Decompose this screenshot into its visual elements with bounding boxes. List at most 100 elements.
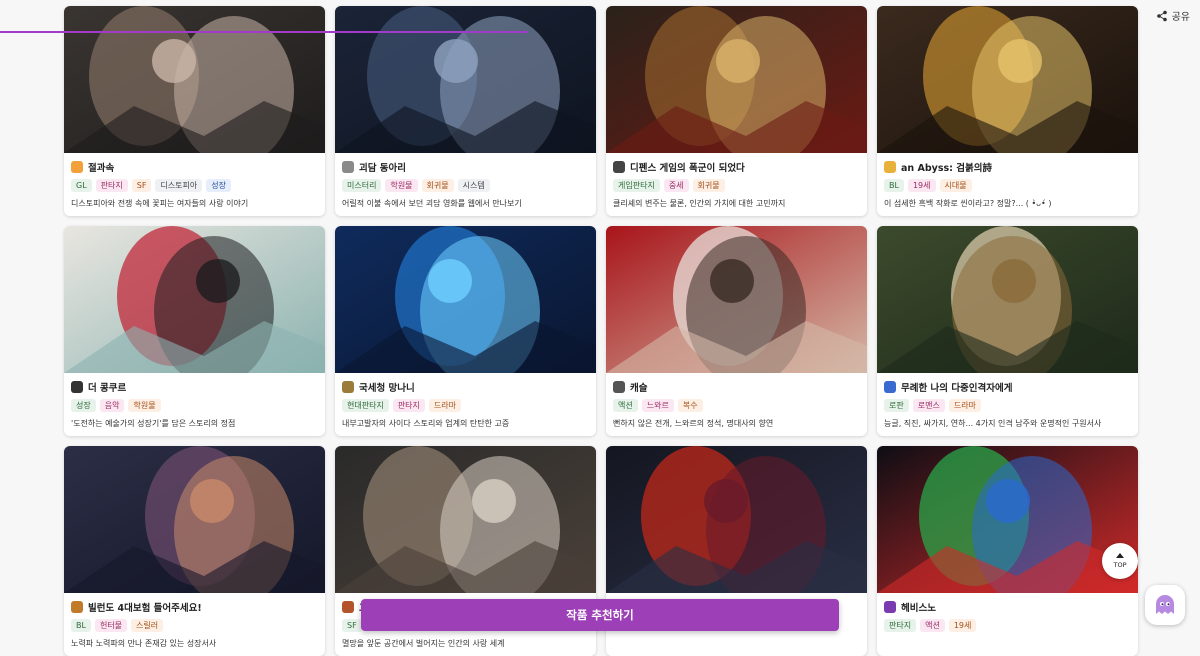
flower-icon [71,161,83,173]
tag-list: 현대판타지 판타지 드라마 [342,399,589,412]
genre-tag: 19세 [948,619,977,632]
genre-tag: 학원물 [385,179,418,192]
ghost-mascot-icon [1156,595,1174,614]
comic-thumbnail[interactable] [335,446,596,593]
genre-tag: 드라마 [948,399,981,412]
genre-tag: 회귀물 [692,179,725,192]
comic-card[interactable]: 헤비스노판타지 액션 19세 [877,446,1138,656]
comic-description: 뻔하지 않은 전개, 느와르의 정석, 명대사의 향연 [613,419,774,428]
comic-thumbnail[interactable] [335,226,596,373]
tag-list: 액션 느와르 복수 [613,399,860,412]
comic-card[interactable]: 괴담 동아리미스터리 학원물 회귀물 시스템어릴적 이불 속에서 보던 괴담 영화를 … [335,6,596,216]
genre-tag: SF [342,619,362,632]
genre-tag: 19세 [907,179,936,192]
genre-tag: 액션 [920,619,945,632]
comic-title: 디펜스 게임의 폭군이 되었다 [630,163,745,174]
comic-card[interactable]: 디펜스 게임의 폭군이 되었다게임판타지 중세 회귀물클리셰의 변주는 물론, 인간… [606,6,867,216]
genre-tag: 액션 [613,399,638,412]
comic-thumbnail[interactable] [877,226,1138,373]
tag-list: BL 19세 시대물 [884,179,1131,192]
genre-tag: 미스터리 [342,179,382,192]
comic-title: 괴담 동아리 [359,163,407,174]
genre-tag: 로판 [884,399,909,412]
ghost-icon [342,161,354,173]
comic-title: 더 콩쿠르 [88,383,127,394]
genre-tag: 판타지 [95,179,128,192]
genre-tag: 음악 [99,399,125,412]
comic-thumbnail[interactable] [606,226,867,373]
comic-thumbnail[interactable] [877,446,1138,593]
chatbot-button[interactable] [1145,585,1185,625]
tag-list: 성장 음악 학원물 [71,399,318,412]
comic-description: '도전하는 예술가의 성장기'를 담은 스토리의 정점 [71,419,236,428]
comic-title: 국세청 망나니 [359,383,415,394]
tag-list: 판타지 액션 19세 [884,619,1131,632]
genre-tag: GL [71,179,92,192]
tag-list: GL 판타지 SF 디스토피아 성장 [71,179,318,192]
comic-card[interactable]: 국세청 망나니현대판타지 판타지 드라마내부고발자의 사이다 스토리와 업계의 탄탄… [335,226,596,436]
scroll-to-top-button[interactable]: TOP [1102,543,1138,579]
genre-tag: 판타지 [392,399,425,412]
genre-tag: 학원물 [128,399,161,412]
genre-tag: 판타지 [884,619,917,632]
genre-tag: 로맨스 [912,399,945,412]
genre-tag: 회귀물 [421,179,454,192]
face-icon [884,161,896,173]
genre-tag: 복수 [677,399,703,412]
comic-thumbnail[interactable] [64,446,325,593]
genre-tag: 성장 [206,179,231,192]
piano-icon [71,381,83,393]
comic-title: 빌런도 4대보험 들어주세요! [88,603,202,614]
share-icon [1156,10,1167,21]
comic-card[interactable]: 무례한 나의 다중인격자에게로판 로맨스 드라마능글, 직진, 싸가지, 연하...… [877,226,1138,436]
genre-tag: 시스템 [457,179,490,192]
genre-tag: 헌터물 [94,619,128,632]
top-bar: 공유 [0,0,1200,33]
genre-tag: 시대물 [939,179,972,192]
comic-description: 디스토피아와 전쟁 속에 꽃피는 여자들의 사랑 이야기 [71,199,249,208]
castle-icon [613,381,625,393]
comic-description: 클리셰의 변주는 물론, 인간의 가치에 대한 고민까지 [613,199,786,208]
comic-thumbnail[interactable] [606,446,867,593]
tag-list: 미스터리 학원물 회귀물 시스템 [342,179,589,192]
orb-icon [884,601,896,613]
comic-title: 헤비스노 [901,603,936,614]
comic-description: 어릴적 이불 속에서 보던 괴담 영화를 웹에서 만나보기 [342,199,522,208]
genre-tag: 성장 [71,399,96,412]
top-label: TOP [1113,561,1127,569]
recommend-work-button[interactable]: 작품 추천하기 [361,599,839,631]
comic-title: an Abyss: 검붉의詩 [901,163,992,174]
tag-list: 로판 로맨스 드라마 [884,399,1131,412]
genre-tag: 느와르 [641,399,674,412]
people-icon [884,381,896,393]
comic-card[interactable]: an Abyss: 검붉의詩 BL 19세 시대물이 섬세한 흑백 작화로 씬이라고?… [877,6,1138,216]
comic-card[interactable]: 캐슬액션 느와르 복수뻔하지 않은 전개, 느와르의 정석, 명대사의 향연 [606,226,867,436]
arrow-up-icon [1116,553,1124,558]
comic-thumbnail[interactable] [64,226,325,373]
genre-tag: BL [71,619,91,632]
comic-description: 내부고발자의 사이다 스토리와 업계의 탄탄한 고증 [342,419,510,428]
genre-tag: 스릴러 [131,619,164,632]
genre-tag: BL [884,179,904,192]
comic-card[interactable]: 더 콩쿠르성장 음악 학원물 '도전하는 예술가의 성장기'를 담은 스토리의 정점 [64,226,325,436]
comic-card[interactable]: 빌런도 4대보험 들어주세요! BL 헌터물 스릴러 노력파 노력파의 만나 존재감 있… [64,446,325,656]
genre-tag: SF [131,179,152,192]
comic-description: 이 섬세한 흑백 작화로 씬이라고? 정말?... ( •̀ᴗ•́ ) [884,199,1052,208]
tag-list: BL 헌터물 스릴러 [71,619,318,632]
genre-tag: 현대판타지 [342,399,389,412]
genre-tag: 게임판타지 [613,179,660,192]
genre-tag: 중세 [663,179,689,192]
tag-list: 게임판타지 중세 회귀물 [613,179,860,192]
genre-tag: 디스토피아 [155,179,203,192]
comic-title: 캐슬 [630,383,648,394]
worker-icon [71,601,83,613]
leaf-icon [342,601,354,613]
genre-tag: 드라마 [428,399,461,412]
gamepad-icon [613,161,625,173]
comic-title: 절과속 [88,163,115,174]
comic-title: 무례한 나의 다중인격자에게 [901,383,1013,394]
comic-description: 능글, 직진, 싸가지, 연하... 4가지 인격 남주와 운명적인 구원서사 [884,419,1102,428]
comic-card[interactable]: 절과속 GL 판타지 SF 디스토피아 성장디스토피아와 전쟁 속에 꽃피는 여자들의 사… [64,6,325,216]
reading-progress-bar [0,31,528,33]
share-button[interactable]: 공유 [1156,8,1190,23]
